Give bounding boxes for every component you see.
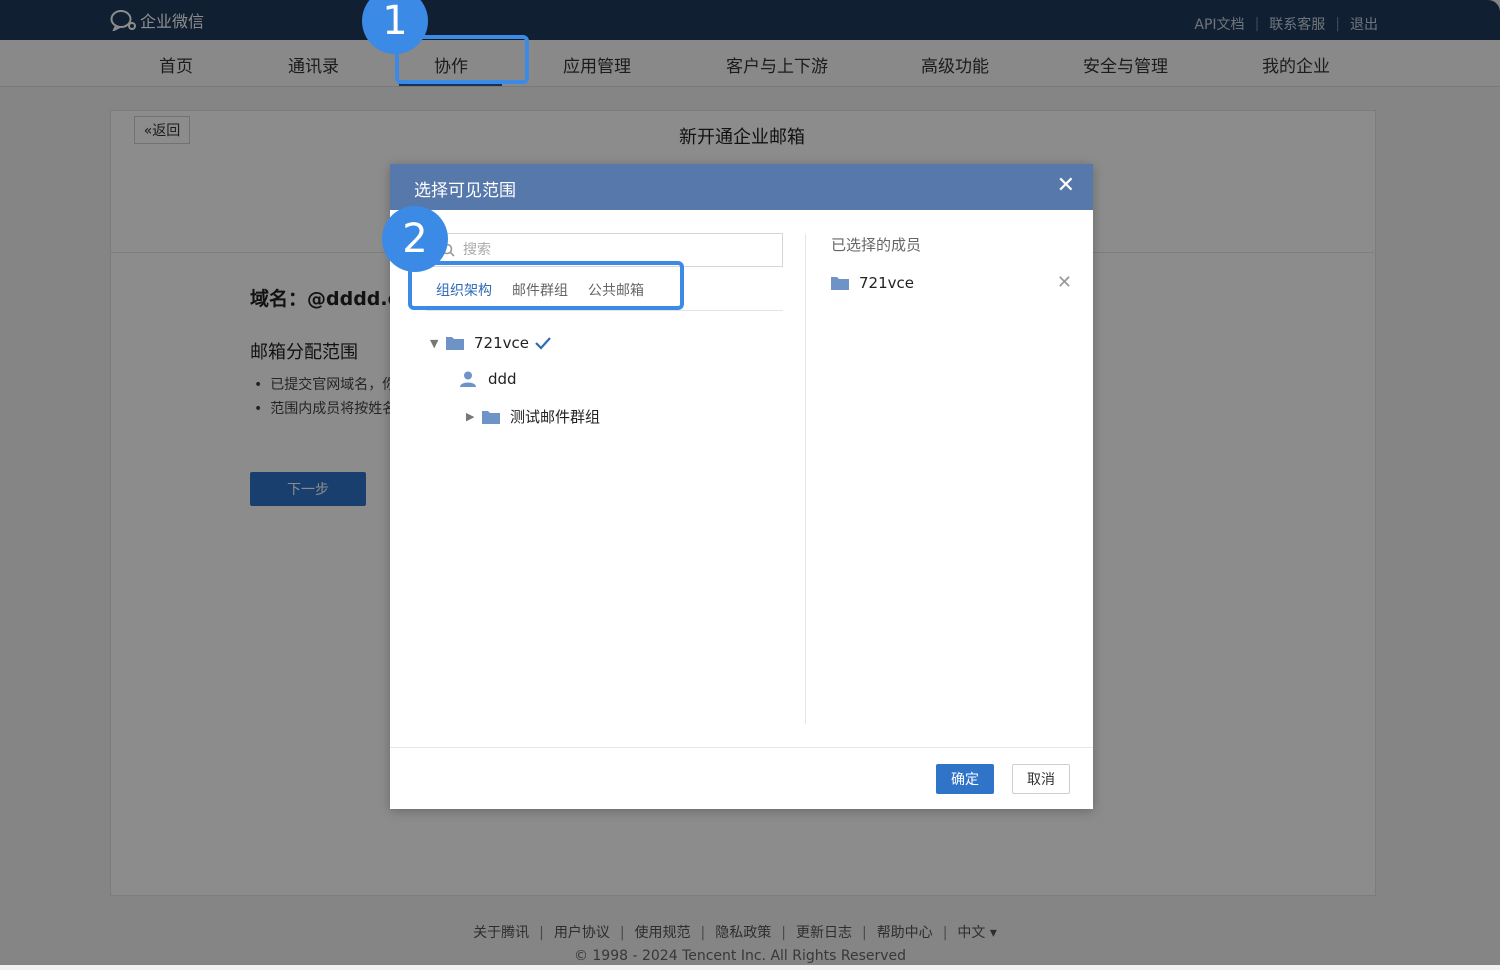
selected-member-label: 721vce <box>859 274 914 292</box>
close-icon[interactable]: ✕ <box>1057 174 1075 198</box>
step2-marker: 2 <box>382 206 448 272</box>
tabs-divider <box>426 310 783 311</box>
selected-members-title: 已选择的成员 <box>831 236 922 254</box>
tree-node-label: 721vce <box>474 334 529 352</box>
cancel-button[interactable]: 取消 <box>1012 764 1070 794</box>
confirm-button[interactable]: 确定 <box>936 764 994 794</box>
dialog-footer-divider <box>390 747 1093 748</box>
caret-right-icon[interactable]: ▶ <box>466 410 482 423</box>
remove-icon[interactable]: ✕ <box>1057 274 1072 292</box>
step2-highlight-box <box>408 261 684 310</box>
tree-node-root[interactable]: ▼ 721vce <box>430 334 551 352</box>
folder-icon <box>831 277 849 290</box>
tree-node-user[interactable]: ddd <box>460 370 517 388</box>
tree-node-label: ddd <box>488 370 517 388</box>
check-icon <box>535 337 551 350</box>
dialog-title: 选择可见范围 <box>414 181 516 201</box>
dialog-header: 选择可见范围 ✕ <box>390 164 1093 210</box>
tree-node-group[interactable]: ▶ 测试邮件群组 <box>466 406 600 427</box>
caret-down-icon[interactable]: ▼ <box>430 337 446 350</box>
user-icon <box>460 371 476 387</box>
tree-node-label: 测试邮件群组 <box>510 408 601 426</box>
folder-icon <box>482 410 500 424</box>
folder-icon <box>446 337 464 350</box>
selected-member-item: 721vce ✕ <box>831 274 1072 292</box>
pane-divider <box>805 234 806 724</box>
